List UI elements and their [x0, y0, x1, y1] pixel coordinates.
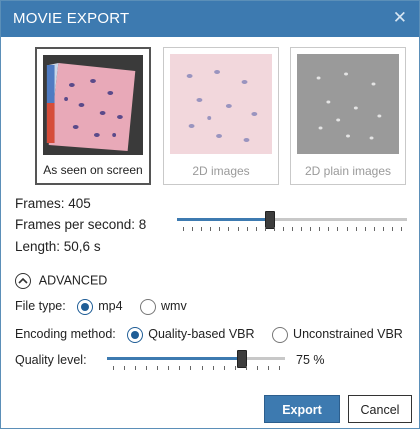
slider-tick: [224, 366, 225, 370]
slider-tick: [383, 227, 384, 231]
quality-slider[interactable]: [107, 350, 285, 375]
slider-tick: [246, 366, 247, 370]
mode-label-plain: 2D plain images: [304, 164, 392, 178]
slider-tick: [268, 366, 269, 370]
slider-tick: [190, 366, 191, 370]
movie-export-dialog: MOVIE EXPORT ✕ As seen on screen 2D imag…: [0, 0, 420, 429]
file-type-wmv-option[interactable]: wmv: [140, 299, 187, 315]
chevron-up-icon: [15, 273, 31, 289]
movie-length: Length: 50,6 s: [15, 239, 101, 254]
slider-tick: [235, 366, 236, 370]
mode-as-seen-on-screen[interactable]: As seen on screen: [35, 47, 151, 185]
slider-tick: [247, 227, 248, 231]
slider-tick: [228, 227, 229, 231]
quality-label: Quality level:: [15, 353, 87, 367]
slider-tick: [219, 227, 220, 231]
mode-2d-images[interactable]: 2D images: [163, 47, 279, 185]
file-type-label: File type:: [15, 299, 66, 314]
slider-tick: [124, 366, 125, 370]
quality-slider-ticks: [107, 366, 285, 372]
slider-tick: [179, 366, 180, 370]
slider-tick: [265, 227, 266, 231]
slider-tick: [310, 227, 311, 231]
slider-tick: [356, 227, 357, 231]
mode-thumbnail-plain: [297, 54, 399, 154]
mode-thumbnail-2d: [170, 54, 272, 154]
mode-label-screen: As seen on screen: [43, 163, 143, 177]
slider-tick: [257, 366, 258, 370]
slider-tick: [292, 227, 293, 231]
slider-tick: [274, 227, 275, 231]
slider-tick: [192, 227, 193, 231]
advanced-toggle[interactable]: ADVANCED: [15, 273, 107, 289]
slider-tick: [328, 227, 329, 231]
slider-tick: [183, 227, 184, 231]
radio-mp4[interactable]: [77, 299, 94, 315]
cancel-button[interactable]: Cancel: [348, 395, 412, 423]
file-type-mp4-option[interactable]: mp4: [77, 299, 126, 315]
dialog-title: MOVIE EXPORT: [13, 10, 130, 27]
slider-tick: [210, 227, 211, 231]
title-bar: MOVIE EXPORT ✕: [1, 1, 419, 37]
slider-tick: [202, 366, 203, 370]
encoding-label: Encoding method:: [15, 327, 116, 342]
frames-per-second: Frames per second: 8: [15, 217, 147, 232]
encoding-row: Encoding method: Quality-based VBR Uncon…: [15, 327, 403, 343]
quality-slider-fill: [107, 357, 241, 360]
quality-vbr-label: Quality-based VBR: [148, 327, 255, 342]
slider-tick: [213, 366, 214, 370]
slider-tick: [168, 366, 169, 370]
encoding-quality-vbr-option[interactable]: Quality-based VBR: [127, 327, 258, 343]
mp4-label: mp4: [98, 299, 123, 314]
fps-slider[interactable]: [177, 211, 407, 236]
slider-tick: [392, 227, 393, 231]
advanced-label: ADVANCED: [38, 273, 108, 288]
export-button[interactable]: Export: [264, 395, 340, 423]
slider-tick: [279, 366, 280, 370]
slider-tick: [347, 227, 348, 231]
fps-slider-fill: [177, 218, 269, 221]
slider-tick: [201, 227, 202, 231]
slider-tick: [135, 366, 136, 370]
quality-value: 75 %: [296, 353, 325, 367]
slider-tick: [337, 227, 338, 231]
encoding-unconstrained-vbr-option[interactable]: Unconstrained VBR: [272, 327, 403, 343]
slider-tick: [374, 227, 375, 231]
slider-tick: [238, 227, 239, 231]
slider-tick: [401, 227, 402, 231]
radio-quality-vbr[interactable]: [127, 327, 144, 343]
slider-tick: [157, 366, 158, 370]
mode-label-2d: 2D images: [192, 164, 250, 178]
file-type-row: File type: mp4 wmv: [15, 299, 187, 315]
radio-unconstrained-vbr[interactable]: [272, 327, 289, 343]
slider-tick: [146, 366, 147, 370]
unconstrained-vbr-label: Unconstrained VBR: [293, 327, 403, 342]
mode-2d-plain-images[interactable]: 2D plain images: [290, 47, 406, 185]
slider-tick: [301, 227, 302, 231]
slider-tick: [256, 227, 257, 231]
slider-tick: [283, 227, 284, 231]
radio-wmv[interactable]: [140, 299, 157, 315]
slider-tick: [113, 366, 114, 370]
frames-count: Frames: 405: [15, 196, 91, 211]
mode-thumbnail-screen: [43, 55, 143, 155]
slider-tick: [365, 227, 366, 231]
slider-tick: [319, 227, 320, 231]
wmv-label: wmv: [161, 299, 187, 314]
close-icon[interactable]: ✕: [393, 8, 407, 28]
fps-slider-ticks: [177, 227, 407, 233]
